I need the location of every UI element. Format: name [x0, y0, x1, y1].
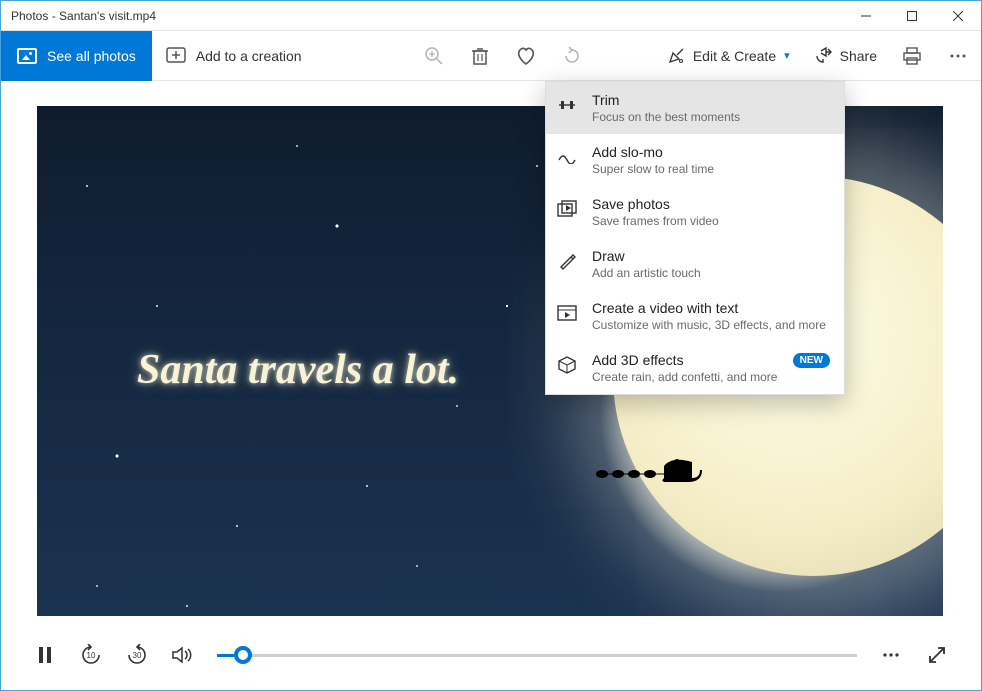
add-creation-icon — [166, 47, 186, 65]
zoom-button[interactable] — [411, 31, 457, 81]
share-button[interactable]: Share — [802, 31, 889, 81]
print-button[interactable] — [889, 31, 935, 81]
trash-icon — [471, 46, 489, 66]
edit-create-icon — [667, 47, 685, 65]
menu-title: Add 3D effects — [592, 352, 684, 368]
ellipsis-icon — [949, 47, 967, 65]
menu-subtitle: Focus on the best moments — [592, 110, 830, 124]
fullscreen-icon — [928, 646, 946, 664]
menu-title: Draw — [592, 248, 625, 264]
pause-icon — [38, 646, 52, 664]
photos-icon — [17, 48, 37, 64]
volume-icon — [172, 646, 194, 664]
add-to-creation-button[interactable]: Add to a creation — [152, 31, 316, 81]
window-title: Photos - Santan's visit.mp4 — [11, 9, 843, 23]
video-text-icon — [556, 302, 578, 324]
maximize-button[interactable] — [889, 1, 935, 31]
close-button[interactable] — [935, 1, 981, 31]
add-to-creation-label: Add to a creation — [196, 48, 302, 64]
heart-icon — [515, 46, 537, 66]
video-caption: Santa travels a lot. — [137, 346, 459, 394]
fullscreen-button[interactable] — [917, 635, 957, 675]
more-button[interactable] — [935, 31, 981, 81]
menu-subtitle: Add an artistic touch — [592, 266, 830, 280]
rotate-button[interactable] — [549, 31, 595, 81]
save-photos-icon — [556, 198, 578, 220]
play-pause-button[interactable] — [25, 635, 65, 675]
toolbar: See all photos Add to a creation — [1, 31, 981, 81]
trim-icon — [556, 94, 578, 116]
menu-title: Trim — [592, 92, 619, 108]
share-icon — [814, 47, 832, 65]
new-badge: NEW — [793, 353, 830, 368]
3d-effects-icon — [556, 354, 578, 376]
seek-track — [217, 654, 857, 657]
playback-controls: 10 30 — [1, 622, 981, 688]
delete-button[interactable] — [457, 31, 503, 81]
forward-icon: 30 — [125, 644, 149, 666]
slomo-icon — [556, 146, 578, 168]
svg-text:10: 10 — [87, 651, 96, 660]
rotate-icon — [562, 46, 582, 66]
menu-title: Add slo-mo — [592, 144, 663, 160]
sleigh-graphic — [592, 456, 712, 486]
seek-slider[interactable] — [209, 654, 865, 657]
titlebar: Photos - Santan's visit.mp4 — [1, 1, 981, 31]
see-all-photos-button[interactable]: See all photos — [1, 31, 152, 81]
draw-icon — [556, 250, 578, 272]
volume-button[interactable] — [163, 635, 203, 675]
menu-item-slomo[interactable]: Add slo-mo Super slow to real time — [546, 134, 844, 186]
menu-title: Save photos — [592, 196, 670, 212]
forward-button[interactable]: 30 — [117, 635, 157, 675]
edit-create-button[interactable]: Edit & Create ▾ — [655, 31, 802, 81]
menu-subtitle: Super slow to real time — [592, 162, 830, 176]
menu-subtitle: Save frames from video — [592, 214, 830, 228]
menu-item-video-text[interactable]: Create a video with text Customize with … — [546, 290, 844, 342]
menu-item-trim[interactable]: Trim Focus on the best moments — [546, 82, 844, 134]
menu-subtitle: Create rain, add confetti, and more — [592, 370, 830, 384]
share-label: Share — [840, 48, 877, 64]
edit-create-label: Edit & Create — [693, 48, 776, 64]
favorite-button[interactable] — [503, 31, 549, 81]
zoom-icon — [424, 46, 444, 66]
seek-thumb[interactable] — [234, 646, 252, 664]
menu-item-save-photos[interactable]: Save photos Save frames from video — [546, 186, 844, 238]
edit-create-menu: Trim Focus on the best moments Add slo-m… — [545, 81, 845, 395]
menu-title: Create a video with text — [592, 300, 738, 316]
rewind-icon: 10 — [79, 644, 103, 666]
chevron-down-icon: ▾ — [784, 49, 790, 62]
rewind-button[interactable]: 10 — [71, 635, 111, 675]
ellipsis-icon — [882, 646, 900, 664]
playback-more-button[interactable] — [871, 635, 911, 675]
minimize-button[interactable] — [843, 1, 889, 31]
see-all-photos-label: See all photos — [47, 48, 136, 64]
content-area: Santa travels a lot. Trim Focus — [1, 81, 981, 622]
menu-item-draw[interactable]: Draw Add an artistic touch — [546, 238, 844, 290]
menu-item-3d-effects[interactable]: Add 3D effects NEW Create rain, add conf… — [546, 342, 844, 394]
menu-subtitle: Customize with music, 3D effects, and mo… — [592, 318, 830, 332]
print-icon — [902, 47, 922, 65]
svg-text:30: 30 — [133, 651, 142, 660]
